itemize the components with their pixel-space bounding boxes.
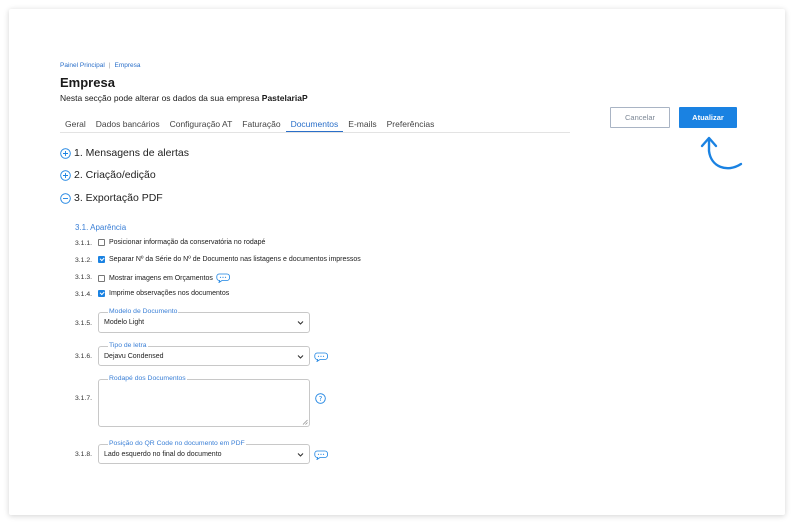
curved-arrow-icon (700, 136, 743, 170)
modelo-documento-select[interactable]: Modelo de Documento Modelo Light (98, 308, 310, 333)
checkbox-checked[interactable] (98, 290, 105, 297)
option-imprime-observacoes[interactable]: Imprime observações nos documentos (98, 290, 229, 297)
qr-code-position-select[interactable]: Posição do QR Code no documento em PDF L… (98, 440, 310, 464)
cancel-button[interactable]: Cancelar (610, 107, 670, 128)
checkbox[interactable] (98, 239, 105, 246)
plus-circle-icon (60, 169, 71, 181)
section-mensagens-alertas[interactable]: 1. Mensagens de alertas (60, 147, 189, 159)
field-legend: Tipo de letra (108, 342, 148, 349)
option-number: 3.1.3. (75, 274, 93, 281)
chevron-down-icon (297, 321, 304, 325)
chevron-down-icon (297, 355, 304, 359)
field-number: 3.1.8. (75, 451, 93, 458)
option-label: Separar Nº da Série do Nº de Documento n… (109, 256, 361, 263)
tab-emails[interactable]: E-mails (343, 111, 381, 132)
resize-handle-icon[interactable] (302, 419, 308, 425)
subsection-heading: 3.1. Aparência (75, 223, 127, 232)
chat-bubble-icon[interactable] (314, 352, 328, 362)
subtitle-text: Nesta secção pode alterar os dados da su… (60, 93, 260, 103)
plus-circle-icon (60, 147, 71, 159)
section-exportacao-pdf[interactable]: 3. Exportação PDF (60, 192, 163, 204)
option-label: Posicionar informação da conservatória n… (109, 239, 266, 246)
breadcrumb: Painel Principal | Empresa (60, 62, 141, 69)
option-label: Imprime observações nos documentos (109, 290, 230, 297)
section-label: 2. Criação/edição (74, 169, 156, 181)
select-value: Dejavu Condensed (104, 353, 164, 360)
breadcrumb-current[interactable]: Empresa (115, 62, 141, 69)
section-criacao-edicao[interactable]: 2. Criação/edição (60, 169, 156, 181)
section-label: 3. Exportação PDF (74, 192, 163, 204)
tab-preferencias[interactable]: Preferências (382, 111, 440, 132)
field-number: 3.1.5. (75, 320, 93, 327)
update-button[interactable]: Atualizar (679, 107, 737, 128)
svg-text:?: ? (319, 395, 323, 403)
checkbox-checked[interactable] (98, 256, 105, 263)
tab-dados-bancarios[interactable]: Dados bancários (91, 111, 165, 132)
chat-bubble-icon[interactable] (314, 450, 328, 460)
field-legend: Rodapé dos Documentos (108, 375, 187, 382)
option-label: Mostrar imagens em Orçamentos (109, 274, 213, 282)
help-circle-icon[interactable]: ? (315, 393, 326, 404)
tipo-letra-select[interactable]: Tipo de letra Dejavu Condensed (98, 342, 310, 366)
tab-geral[interactable]: Geral (60, 111, 91, 132)
field-number: 3.1.6. (75, 353, 93, 360)
breadcrumb-home-link[interactable]: Painel Principal (60, 62, 105, 69)
option-conservatoria[interactable]: Posicionar informação da conservatória n… (98, 239, 265, 246)
option-separar-serie[interactable]: Separar Nº da Série do Nº de Documento n… (98, 256, 361, 263)
field-legend: Modelo de Documento (108, 308, 179, 315)
section-label: 1. Mensagens de alertas (74, 147, 189, 159)
content-card: Painel Principal | Empresa Empresa Nesta… (9, 9, 785, 515)
tab-faturacao[interactable]: Faturação (237, 111, 285, 132)
option-number: 3.1.1. (75, 240, 93, 247)
select-value: Lado esquerdo no final do documento (104, 451, 222, 458)
page-title: Empresa (60, 75, 115, 90)
option-number: 3.1.4. (75, 291, 93, 298)
tab-configuracao-at[interactable]: Configuração AT (165, 111, 238, 132)
option-mostrar-imagens[interactable]: Mostrar imagens em Orçamentos (98, 273, 230, 283)
checkbox[interactable] (98, 274, 105, 282)
option-number: 3.1.2. (75, 257, 93, 264)
chevron-down-icon (297, 453, 304, 457)
select-value: Modelo Light (104, 319, 145, 326)
field-legend: Posição do QR Code no documento em PDF (108, 440, 246, 447)
minus-circle-icon (60, 192, 71, 204)
tab-bar: Geral Dados bancários Configuração AT Fa… (60, 111, 570, 133)
page-subtitle: Nesta secção pode alterar os dados da su… (60, 93, 308, 103)
rodape-documentos-textarea[interactable]: Rodapé dos Documentos (98, 375, 310, 427)
chat-bubble-icon[interactable] (216, 273, 230, 283)
field-number: 3.1.7. (75, 395, 93, 402)
breadcrumb-separator: | (108, 62, 111, 69)
tab-documentos[interactable]: Documentos (285, 111, 344, 132)
company-name: PastelariaP (261, 93, 308, 103)
